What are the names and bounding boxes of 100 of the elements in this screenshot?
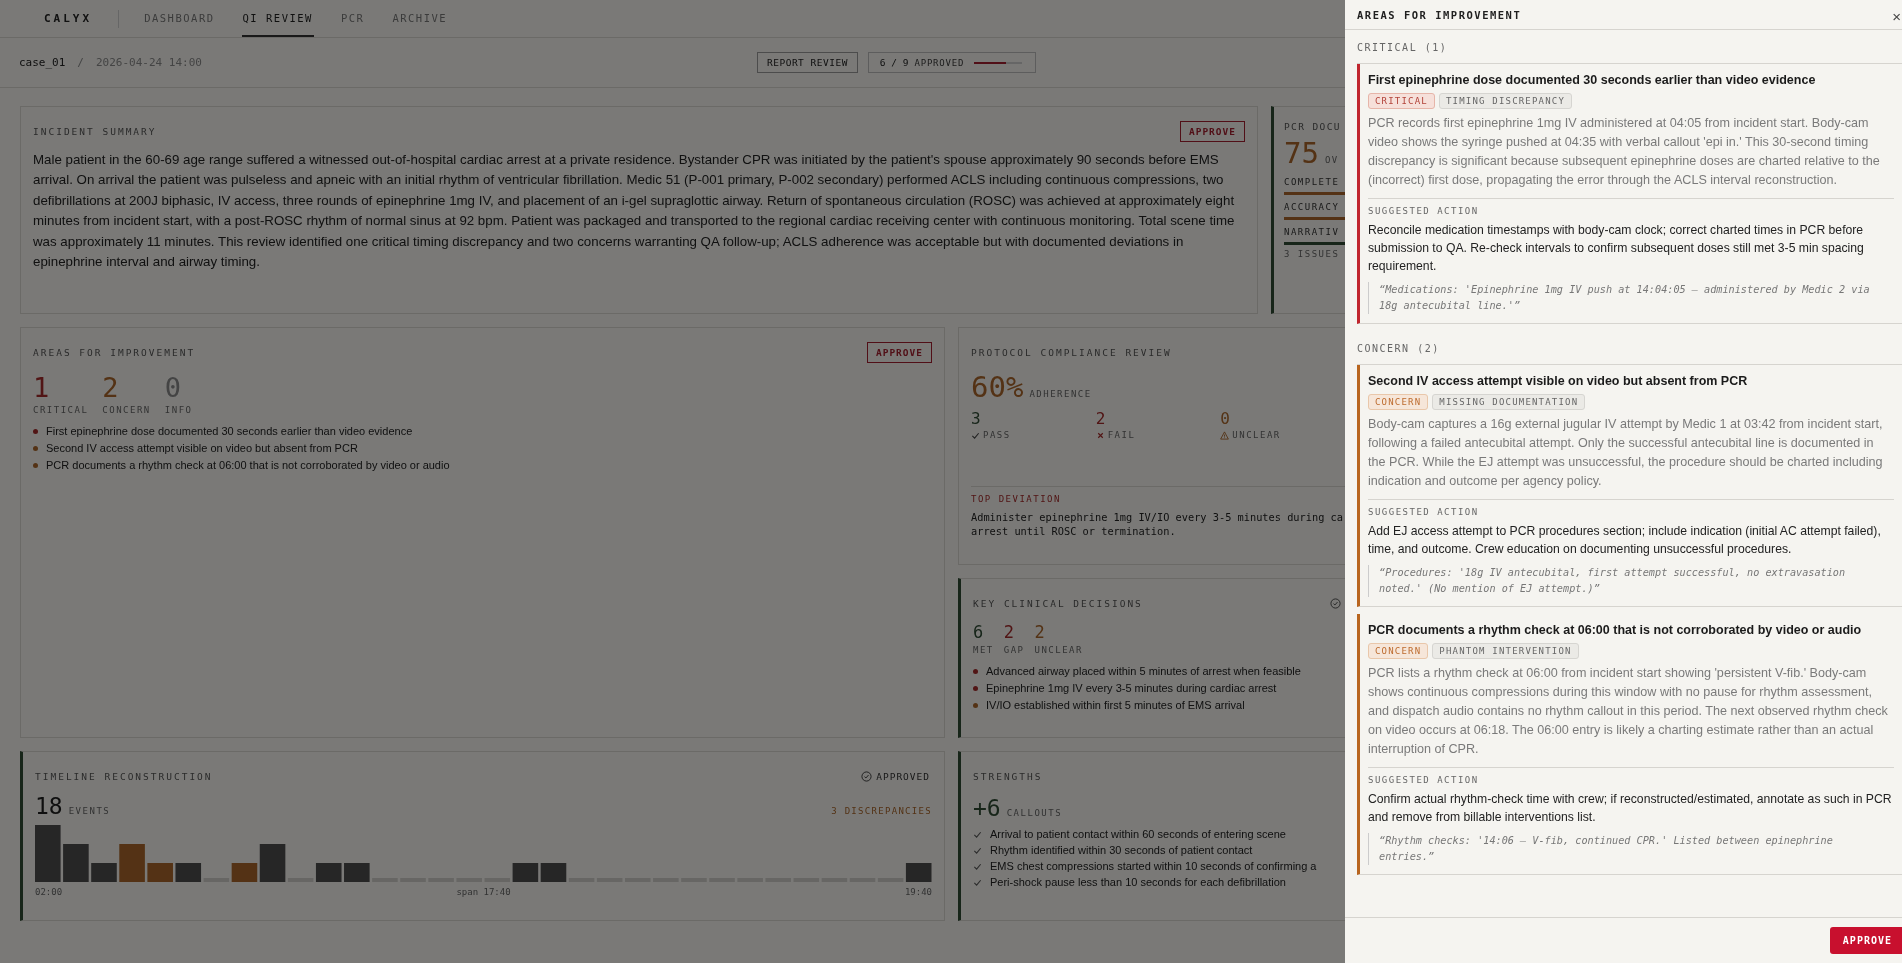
callout-count: +6 — [973, 794, 1001, 822]
x-icon — [1095, 430, 1105, 440]
score-label: OV — [1324, 155, 1339, 165]
card-title: KEY CLINICAL DECISIONS — [973, 597, 1143, 609]
metric-label: ACCURACY — [1284, 202, 1341, 212]
bullet-dot — [973, 668, 978, 674]
count-label: UNCLEAR — [1034, 645, 1083, 655]
axis-label: 19:40 — [904, 887, 932, 897]
count-value: 2 — [1034, 621, 1046, 643]
pcr-quote: “Procedures: '18g IV antecubital, first attempt successful, no extravasation noted.' (No mention of EJ attempt.)” — [1368, 565, 1894, 597]
breadcrumb-separator: / — [77, 56, 84, 69]
deviation-text: arrest until ROSC or termination. — [971, 524, 1177, 538]
approved-status: APPROVED — [876, 770, 930, 782]
action-label: SUGGESTED ACTION — [1368, 206, 1480, 216]
approve-button[interactable]: APPROVE — [866, 342, 932, 363]
count-value: 2 — [1003, 621, 1015, 643]
approve-button[interactable]: APPROVE — [1829, 927, 1902, 954]
nav-tab[interactable]: ARCHIVE — [391, 0, 449, 37]
stat-value: 3 — [971, 408, 982, 430]
count-label: MET — [973, 645, 994, 655]
adherence-label: ADHERENCE — [1029, 389, 1092, 399]
histogram-bar — [91, 863, 117, 882]
issues-count: 3 ISSUES — [1284, 249, 1341, 259]
approve-button[interactable]: APPROVE — [1179, 121, 1245, 142]
adherence-percent: 60% — [971, 370, 1024, 404]
nav-tab[interactable]: QI REVIEW — [241, 0, 314, 37]
tag: TIMING DISCREPANCY — [1438, 93, 1573, 109]
strength-item: Rhythm identified within 30 seconds of patient contact — [990, 844, 1253, 856]
card-title: STRENGTHS — [973, 771, 1043, 782]
histogram-bar — [147, 863, 173, 882]
bullet-dot — [973, 685, 978, 691]
issue-description: PCR records first epinephrine 1mg IV administered at 04:05 from incident start. Body-cam video shows the syringe pushed at 04:35 with verbal callout 'epi in.' This 30-second timing discrepancy is significant because subsequent epinephrine doses are charted relative to the (incorrect) first dose, propagating the error through the ACLS interval reconstruction. — [1368, 115, 1881, 189]
group-heading: CRITICAL (1) — [1357, 30, 1902, 64]
count-value: 6 — [973, 621, 985, 643]
count-value: 2 — [102, 373, 120, 403]
bullet-dot — [33, 445, 38, 451]
count-label: INFO — [164, 405, 193, 415]
check-circle-icon — [1330, 597, 1341, 609]
count-value: 1 — [33, 373, 51, 403]
tag: MISSING DOCUMENTATION — [1432, 394, 1586, 410]
case-id: case_01 — [19, 56, 66, 69]
bullet-dot — [973, 702, 978, 708]
card-title: INCIDENT SUMMARY — [33, 126, 157, 137]
nav-tab[interactable]: PCR — [339, 0, 366, 37]
check-circle-icon — [861, 770, 873, 782]
tag: CONCERN — [1368, 643, 1429, 659]
report-review-button[interactable]: REPORT REVIEW — [757, 52, 858, 73]
card-title: PCR DOCU — [1284, 121, 1342, 132]
card-title: AREAS FOR IMPROVEMENT — [33, 347, 196, 358]
decision-item: Advanced airway placed within 5 minutes of arrest when feasible — [986, 665, 1301, 677]
tag: CONCERN — [1368, 394, 1429, 410]
strength-item: EMS chest compressions started within 10 seconds of confirming a — [990, 860, 1317, 872]
histogram-bar — [119, 844, 145, 882]
strength-item: Peri-shock pause less than 10 seconds for each defibrillation — [990, 876, 1286, 888]
pcr-quote: “Rhythm checks: '14:06 — V-fib, continued CPR.' Listed between epinephrine entries.” — [1368, 833, 1894, 865]
action-label: SUGGESTED ACTION — [1368, 507, 1480, 517]
stat-label: FAIL — [1107, 430, 1136, 440]
brand-name: CALYX — [44, 12, 93, 25]
axis-label: span 17:40 — [456, 887, 511, 897]
pcr-quote: “Medications: 'Epinephrine 1mg IV push at 14:04:05 — administered by Medic 2 via 18g antecubital line.'” — [1368, 282, 1894, 314]
issue-item: PCR documents a rhythm check at 06:00 that is not corroborated by video or audio — [46, 459, 450, 471]
stat-value: 0 — [1220, 408, 1231, 430]
strength-item: Arrival to patient contact within 60 seconds of entering scene — [990, 828, 1286, 840]
issue-description: PCR lists a rhythm check at 06:00 from incident start showing 'persistent V-fib.' Body-cam shows continuous compressions during this window with no pause for rhythm assessment, and dispatch audio contains no rhythm callout in this period. The next observed rhythm check on video occurs at 06:18. The 06:00 entry is likely a charting estimate rather than an actual interruption of CPR. — [1368, 665, 1889, 758]
card-title: PROTOCOL COMPLIANCE REVIEW — [971, 347, 1172, 358]
suggested-action: Add EJ access attempt to PCR procedures section; include indication (initial AC attempt failed), time, and outcome. Crew education on documenting unsuccessful procedures. — [1368, 523, 1882, 558]
decision-item: IV/IO established within first 5 minutes of EMS arrival — [986, 699, 1245, 711]
check-icon — [971, 430, 980, 440]
histogram-bar — [63, 844, 89, 882]
count-label: GAP — [1003, 645, 1025, 655]
stat-value: 2 — [1095, 408, 1107, 430]
discrepancy-count: 3 DISCREPANCIES — [831, 806, 932, 816]
close-button[interactable]: × — [1890, 9, 1902, 24]
documentation-score: 75 — [1284, 136, 1319, 170]
suggested-action: Confirm actual rhythm-check time with crew; if reconstructed/estimated, annotate as such in PCR and remove from billable interventions list. — [1368, 791, 1893, 826]
card-title: TIMELINE RECONSTRUCTION — [35, 770, 213, 782]
decision-item: Epinephrine 1mg IV every 3-5 minutes during cardiac arrest — [986, 682, 1277, 694]
issue-description: Body-cam captures a 16g external jugular IV attempt by Medic 1 at 03:42 from incident start, following a failed antecubital attempt. Only the successful antecubital line is documented in the PCR. While the EJ attempt was unsuccessful, the procedure should be charted including indication and outcome per agency policy. — [1368, 416, 1884, 490]
group-heading: CONCERN (2) — [1357, 331, 1902, 365]
approval-label: APPROVED — [914, 57, 965, 68]
stat-label: UNCLEAR — [1232, 430, 1281, 440]
action-label: SUGGESTED ACTION — [1368, 775, 1480, 785]
callout-label: CALLOUTS — [1006, 808, 1063, 818]
issue-title: First epinephrine dose documented 30 seconds earlier than video evidence — [1368, 73, 1817, 87]
suggested-action: Reconcile medication timestamps with body-cam clock; correct charted times in PCR before submission to QA. Re-check intervals to confirm subsequent doses still met 3-5 min spacing requirement. — [1368, 222, 1865, 275]
bullet-dot — [33, 428, 38, 434]
issue-item: First epinephrine dose documented 30 seconds earlier than video evidence — [46, 425, 413, 437]
deviation-text: Administer epinephrine 1mg IV/IO every 3-5 minutes during ca — [971, 510, 1344, 524]
summary-paragraph: Male patient in the 60-69 age range suffered a witnessed out-of-hospital cardiac arrest at a private residence. Bystander CPR was initiated by the patient's spouse approximately 90 seconds before EMS arrival. On arrival the patient was pulseless and apneic with an initial rhythm of ventricular fibrillation. Medic 51 (P-001 primary, P-002 secondary) performed ACLS including continuous compressions, two defibrillations at 200J biphasic, IV access, three rounds of epinephrine 1mg IV, and placement of an i-gel supraglottic airway. Return of spontaneous circulation (ROSC) was achieved at approximately eight minutes from incident start, with a post-ROSC rhythm of normal sinus at 92 bpm. Patient was packaged and transported to the regional cardiac receiving center with continuous monitoring. Total scene time was approximately 11 minutes. This review identified one critical timing discrepancy and two concerns warranting QA follow-up; ACLS adherence was acceptable but with documented deviations in epinephrine interval and airway timing. — [33, 151, 1236, 272]
issue-title: Second IV access attempt visible on video but absent from PCR — [1368, 374, 1749, 388]
metric-label: NARRATIV — [1284, 227, 1341, 237]
warning-icon — [1220, 430, 1230, 440]
issue-item: Second IV access attempt visible on video but absent from PCR — [46, 442, 358, 454]
tag: PHANTOM INTERVENTION — [1432, 643, 1579, 659]
panel-title: AREAS FOR IMPROVEMENT — [1357, 8, 1522, 21]
event-count: 18 — [35, 792, 63, 820]
nav-tab[interactable]: DASHBOARD — [143, 0, 216, 37]
count-label: CRITICAL — [33, 405, 89, 415]
tag: CRITICAL — [1368, 93, 1435, 109]
approval-count: 6 / 9 — [879, 57, 909, 68]
